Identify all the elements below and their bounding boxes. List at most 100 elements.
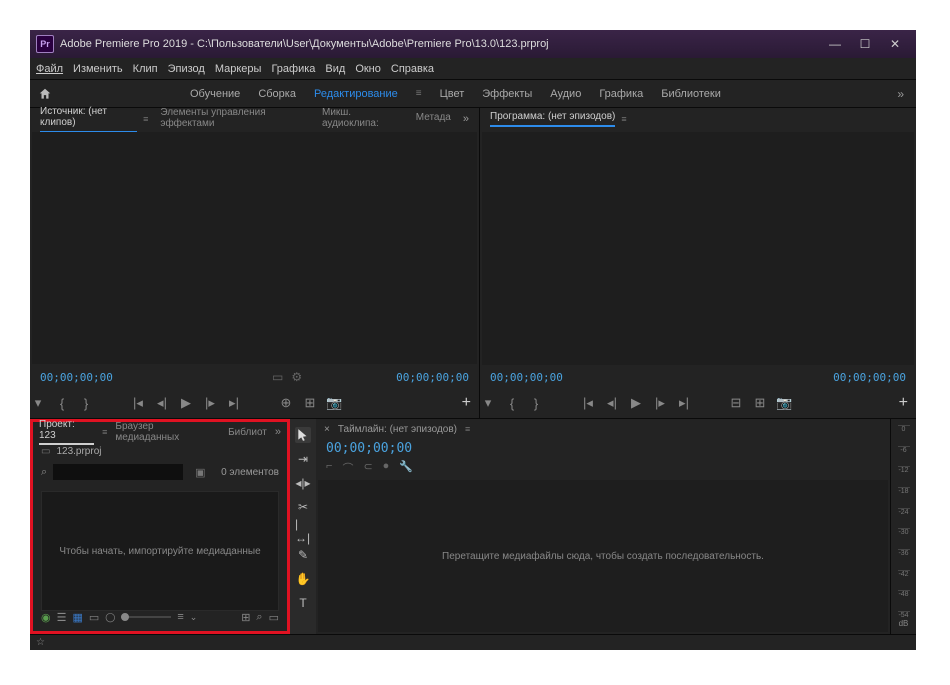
tl-snap-icon[interactable]: ⌐ — [326, 460, 332, 476]
workspace-audio[interactable]: Аудио — [550, 88, 581, 100]
tab-project[interactable]: Проект: 123 — [39, 419, 94, 445]
play-icon[interactable]: ▶ — [178, 395, 194, 411]
workspace-assembly[interactable]: Сборка — [258, 88, 296, 100]
menu-window[interactable]: Окно — [355, 63, 381, 75]
razor-tool-icon[interactable]: ✂ — [295, 499, 311, 515]
maximize-button[interactable]: ☐ — [850, 34, 880, 54]
workspace-learn[interactable]: Обучение — [190, 88, 240, 100]
workspace-graphics[interactable]: Графика — [599, 88, 643, 100]
menu-help[interactable]: Справка — [391, 63, 434, 75]
program-tab-menu-icon[interactable]: ≡ — [621, 114, 626, 124]
menu-graphics[interactable]: Графика — [271, 63, 315, 75]
list-view-icon[interactable]: ☰ — [57, 611, 67, 624]
source-timecode-left[interactable]: 00;00;00;00 — [40, 371, 113, 384]
tl-wrench-icon[interactable]: 🔧 — [399, 460, 413, 476]
mark-in-icon[interactable]: { — [54, 396, 70, 411]
step-forward-icon[interactable]: |▸ — [202, 395, 218, 411]
p-extract-icon[interactable]: ⊞ — [752, 395, 768, 411]
timeline-tab-close-icon[interactable]: × — [324, 424, 330, 435]
menu-markers[interactable]: Маркеры — [215, 63, 262, 75]
new-bin-icon[interactable]: ▭ — [269, 611, 279, 624]
close-button[interactable]: ✕ — [880, 34, 910, 54]
p-go-to-in-icon[interactable]: |◂ — [580, 395, 596, 411]
step-back-icon[interactable]: ◂| — [154, 395, 170, 411]
go-to-in-icon[interactable]: |◂ — [130, 395, 146, 411]
slip-tool-icon[interactable]: |↔| — [295, 523, 311, 539]
sort-icon[interactable]: ≡ — [177, 611, 183, 623]
tab-source[interactable]: Источник: (нет клипов) — [40, 106, 137, 133]
p-marker-icon[interactable]: ▾ — [480, 395, 496, 411]
menu-file[interactable]: Файл — [36, 63, 63, 75]
write-toggle-icon[interactable]: ◉ — [41, 611, 51, 624]
insert-icon[interactable]: ⊕ — [278, 395, 294, 411]
meter-tick: -12 — [898, 466, 910, 474]
tl-link-icon[interactable]: ⊂ — [363, 460, 372, 476]
selection-tool-icon[interactable] — [295, 427, 311, 443]
pen-tool-icon[interactable]: ✎ — [295, 547, 311, 563]
automate-icon[interactable]: ⊞ — [241, 611, 250, 624]
project-tab-menu-icon[interactable]: ≡ — [102, 427, 107, 437]
camera-filter-icon[interactable]: ▣ — [195, 466, 205, 479]
tab-libraries[interactable]: Библиот — [228, 427, 267, 438]
export-frame-icon[interactable]: 📷 — [326, 395, 342, 411]
menu-view[interactable]: Вид — [325, 63, 345, 75]
tab-effect-controls[interactable]: Элементы управления эффектами — [160, 107, 310, 132]
p-play-icon[interactable]: ▶ — [628, 395, 644, 411]
project-search-input[interactable] — [53, 464, 183, 480]
source-add-button-icon[interactable]: + — [462, 394, 471, 412]
mark-out-icon[interactable]: } — [78, 396, 94, 411]
type-tool-icon[interactable]: T — [295, 595, 311, 611]
p-mark-in-icon[interactable]: { — [504, 396, 520, 411]
source-timecode-right: 00;00;00;00 — [396, 371, 469, 384]
tab-metadata[interactable]: Метада — [416, 112, 451, 126]
sort-chevron-icon[interactable]: ⌄ — [190, 612, 198, 623]
minimize-button[interactable]: — — [820, 34, 850, 54]
overwrite-icon[interactable]: ⊞ — [302, 395, 318, 411]
source-tabs-overflow-icon[interactable]: » — [463, 113, 469, 125]
source-settings-icon[interactable]: ⚙ — [291, 370, 302, 384]
p-lift-icon[interactable]: ⊟ — [728, 395, 744, 411]
tl-marker-icon[interactable]: ⌒ — [342, 460, 353, 476]
zoom-out-icon[interactable]: ◯ — [105, 612, 115, 623]
source-tab-menu-icon[interactable]: ≡ — [143, 114, 148, 124]
workspace-libraries[interactable]: Библиотеки — [661, 88, 721, 100]
search-icon[interactable]: ⌕ — [41, 466, 47, 479]
freeform-view-icon[interactable]: ▭ — [89, 611, 99, 624]
hand-tool-icon[interactable]: ✋ — [295, 571, 311, 587]
p-go-to-out-icon[interactable]: ▸| — [676, 395, 692, 411]
home-icon[interactable] — [36, 87, 54, 101]
workspace-overflow-icon[interactable]: » — [891, 87, 910, 101]
program-timecode-left[interactable]: 00;00;00;00 — [490, 371, 563, 384]
workspace-editing-menu-icon[interactable]: ≡ — [416, 88, 422, 99]
menu-clip[interactable]: Клип — [133, 63, 158, 75]
tl-settings-icon[interactable]: ● — [383, 460, 390, 476]
ripple-edit-tool-icon[interactable]: ◂|▸ — [295, 475, 311, 491]
track-select-tool-icon[interactable]: ⇥ — [295, 451, 311, 467]
project-panel: Проект: 123 ≡ Браузер медиаданных Библио… — [30, 419, 290, 634]
tab-timeline[interactable]: Таймлайн: (нет эпизодов) — [338, 424, 457, 435]
tab-program[interactable]: Программа: (нет эпизодов) — [490, 111, 615, 127]
p-step-forward-icon[interactable]: |▸ — [652, 395, 668, 411]
find-icon[interactable]: ⌕ — [256, 611, 262, 624]
timeline-drop-area[interactable]: Перетащите медиафайлы сюда, чтобы создат… — [318, 480, 888, 632]
program-add-button-icon[interactable]: + — [899, 394, 908, 412]
tab-media-browser[interactable]: Браузер медиаданных — [115, 421, 220, 443]
p-export-frame-icon[interactable]: 📷 — [776, 395, 792, 411]
project-drop-area[interactable]: Чтобы начать, импортируйте медиаданные — [41, 491, 279, 611]
zoom-slider[interactable] — [121, 616, 171, 618]
tab-audio-mixer[interactable]: Микш. аудиоклипа: — [322, 107, 404, 132]
icon-view-icon[interactable]: ▦ — [72, 611, 82, 624]
p-mark-out-icon[interactable]: } — [528, 396, 544, 411]
timeline-timecode[interactable]: 00;00;00;00 — [316, 439, 890, 458]
project-tabs-overflow-icon[interactable]: » — [275, 426, 281, 438]
menu-edit[interactable]: Изменить — [73, 63, 123, 75]
p-step-back-icon[interactable]: ◂| — [604, 395, 620, 411]
timeline-tab-menu-icon[interactable]: ≡ — [465, 424, 470, 434]
workspace-editing[interactable]: Редактирование — [314, 88, 398, 100]
menu-sequence[interactable]: Эпизод — [168, 63, 205, 75]
source-fit-icon[interactable]: ▭ — [272, 370, 283, 384]
workspace-color[interactable]: Цвет — [440, 88, 465, 100]
workspace-effects[interactable]: Эффекты — [482, 88, 532, 100]
marker-icon[interactable]: ▾ — [30, 395, 46, 411]
go-to-out-icon[interactable]: ▸| — [226, 395, 242, 411]
